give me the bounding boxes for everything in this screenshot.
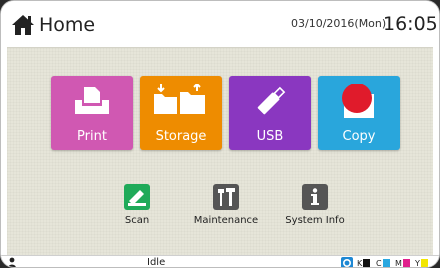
user-icon[interactable] xyxy=(7,257,17,268)
system-info-app[interactable]: System Info xyxy=(275,184,355,226)
ink-letter-y: Y xyxy=(415,258,420,268)
usb-label: USB xyxy=(256,129,284,144)
home-icon xyxy=(12,15,34,35)
maintenance-tools-icon xyxy=(213,184,239,210)
ink-swatch-y xyxy=(420,258,428,267)
ink-letter-c: C xyxy=(376,258,382,268)
maintenance-app[interactable]: Maintenance xyxy=(186,184,266,226)
ink-status-icon[interactable] xyxy=(341,257,353,268)
ink-swatch-c xyxy=(382,258,390,267)
ink-level-k: K xyxy=(357,257,371,268)
status-bar: Idle K C M Y xyxy=(1,255,439,268)
copy-label: Copy xyxy=(342,129,376,144)
print-tile[interactable]: Print xyxy=(51,76,133,150)
copy-tile[interactable]: Copy xyxy=(318,76,400,150)
ink-swatch-m xyxy=(402,258,410,267)
home-button[interactable]: Home xyxy=(11,10,95,40)
ink-level-c: C xyxy=(376,257,390,268)
header: Home 03/10/2016(Mon) 16:05 xyxy=(1,1,439,47)
usb-tile[interactable]: USB xyxy=(229,76,311,150)
ink-swatch-k xyxy=(363,258,371,267)
info-icon xyxy=(302,184,328,210)
home-label: Home xyxy=(39,14,96,36)
date-display: 03/10/2016(Mon) xyxy=(291,17,387,30)
print-label: Print xyxy=(77,129,107,144)
home-workspace: Print Storage USB Copy Scan Maintenance … xyxy=(7,47,433,256)
storage-folder-icon xyxy=(154,84,205,114)
storage-label: Storage xyxy=(155,129,207,144)
status-text: Idle xyxy=(147,257,166,268)
ink-letter-m: M xyxy=(395,258,402,268)
copy-icon xyxy=(342,84,374,118)
storage-tile[interactable]: Storage xyxy=(140,76,222,150)
print-icon xyxy=(75,87,109,114)
scan-label: Scan xyxy=(124,215,150,226)
ink-level-m: M xyxy=(395,257,410,268)
screen: Home 03/10/2016(Mon) 16:05 Print Storage xyxy=(0,0,440,268)
maintenance-label: Maintenance xyxy=(193,215,259,226)
usb-drive-icon xyxy=(257,86,286,115)
scan-app[interactable]: Scan xyxy=(97,184,177,226)
ink-letter-k: K xyxy=(357,258,363,268)
scan-icon xyxy=(124,184,150,210)
system-info-label: System Info xyxy=(285,215,345,226)
time-display: 16:05 xyxy=(383,13,438,35)
ink-level-y: Y xyxy=(415,257,428,268)
